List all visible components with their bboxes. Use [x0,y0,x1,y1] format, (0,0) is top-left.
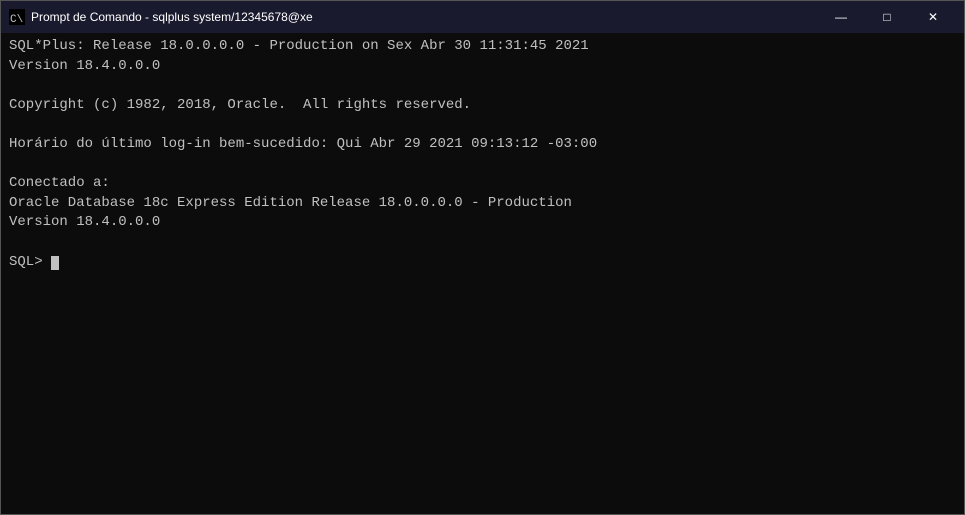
terminal-line-10: Version 18.4.0.0.0 [9,213,956,233]
terminal-line-3 [9,76,956,96]
terminal-prompt: SQL> [9,254,51,270]
terminal-line-1: SQL*Plus: Release 18.0.0.0.0 - Productio… [9,37,956,57]
minimize-button[interactable]: — [818,1,864,33]
terminal-body[interactable]: SQL*Plus: Release 18.0.0.0.0 - Productio… [1,33,964,514]
terminal-line-11 [9,233,956,253]
terminal-line-4: Copyright (c) 1982, 2018, Oracle. All ri… [9,96,956,116]
cursor [51,256,59,270]
terminal-line-2: Version 18.4.0.0.0 [9,57,956,77]
title-bar-controls: — □ ✕ [818,1,956,33]
window: C\ Prompt de Comando - sqlplus system/12… [0,0,965,515]
svg-text:C\: C\ [10,14,23,25]
terminal-line-6: Horário do último log-in bem-sucedido: Q… [9,135,956,155]
maximize-button[interactable]: □ [864,1,910,33]
title-bar-left: C\ Prompt de Comando - sqlplus system/12… [9,9,313,25]
terminal-line-7 [9,155,956,175]
terminal-line-5 [9,115,956,135]
title-bar-text: Prompt de Comando - sqlplus system/12345… [31,10,313,24]
terminal-prompt-line: SQL> [9,253,956,273]
terminal-line-8: Conectado a: [9,174,956,194]
close-button[interactable]: ✕ [910,1,956,33]
title-bar: C\ Prompt de Comando - sqlplus system/12… [1,1,964,33]
cmd-icon: C\ [9,9,25,25]
terminal-line-9: Oracle Database 18c Express Edition Rele… [9,194,956,214]
